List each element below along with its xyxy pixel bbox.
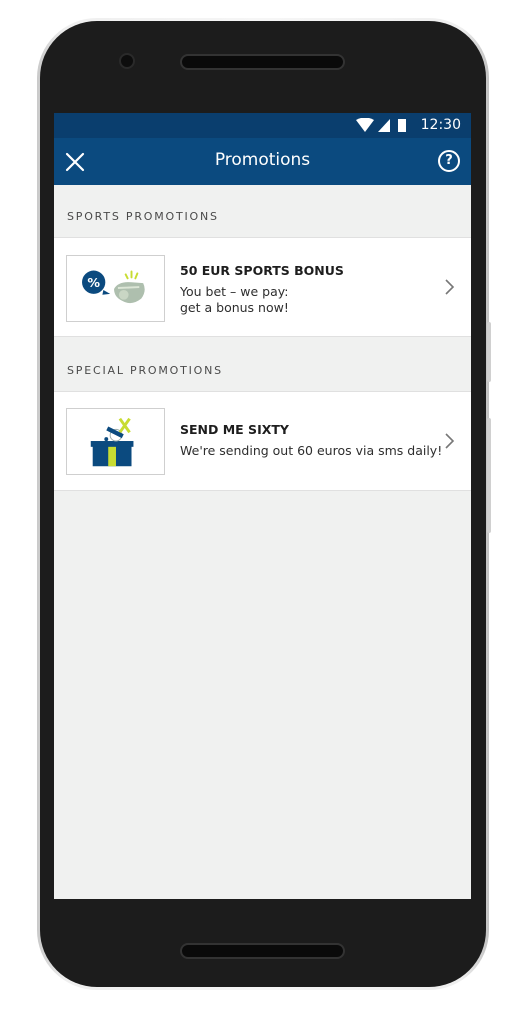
section-header-special: SPECIAL PROMOTIONS	[67, 364, 223, 377]
app-bar: Promotions ?	[54, 138, 471, 185]
promo-description-line: get a bonus now!	[180, 300, 289, 315]
bottom-speaker	[180, 943, 345, 959]
wifi-icon	[356, 118, 374, 132]
status-icons	[356, 118, 406, 132]
promo-thumbnail: %	[66, 255, 165, 322]
promo-thumbnail	[66, 408, 165, 475]
status-time: 12:30	[420, 117, 461, 133]
gift-box-icon	[90, 417, 134, 467]
app-screen: 12:30 Promotions ? SPORTS PROMOTIONS % 5…	[54, 113, 471, 899]
chevron-right-icon	[445, 279, 455, 295]
promo-description: We're sending out 60 euros via sms daily…	[180, 443, 445, 459]
page-title: Promotions	[214, 150, 311, 170]
promo-title: SEND ME SIXTY	[180, 422, 289, 437]
promo-title: 50 EUR SPORTS BONUS	[180, 263, 344, 278]
battery-icon	[398, 119, 406, 132]
help-button[interactable]: ?	[438, 150, 460, 172]
promo-item-send-me-sixty[interactable]: SEND ME SIXTY We're sending out 60 euros…	[54, 391, 471, 491]
phone-power-button	[487, 322, 491, 382]
chevron-right-icon	[445, 433, 455, 449]
promo-item-sports-bonus[interactable]: % 50 EUR SPORTS BONUS You bet – we pay: …	[54, 237, 471, 337]
svg-text:%: %	[87, 275, 100, 290]
section-header-sports: SPORTS PROMOTIONS	[67, 210, 219, 223]
front-camera	[119, 53, 135, 69]
promo-description: You bet – we pay: get a bonus now!	[180, 284, 435, 316]
status-bar: 12:30	[54, 113, 471, 138]
percent-whistle-icon: %	[82, 270, 145, 304]
phone-volume-button	[487, 418, 491, 533]
top-speaker	[180, 54, 345, 70]
promo-description-line: You bet – we pay:	[180, 284, 289, 299]
promo-description-line: We're sending out 60 euros via sms daily…	[180, 443, 443, 458]
signal-icon	[378, 119, 390, 132]
